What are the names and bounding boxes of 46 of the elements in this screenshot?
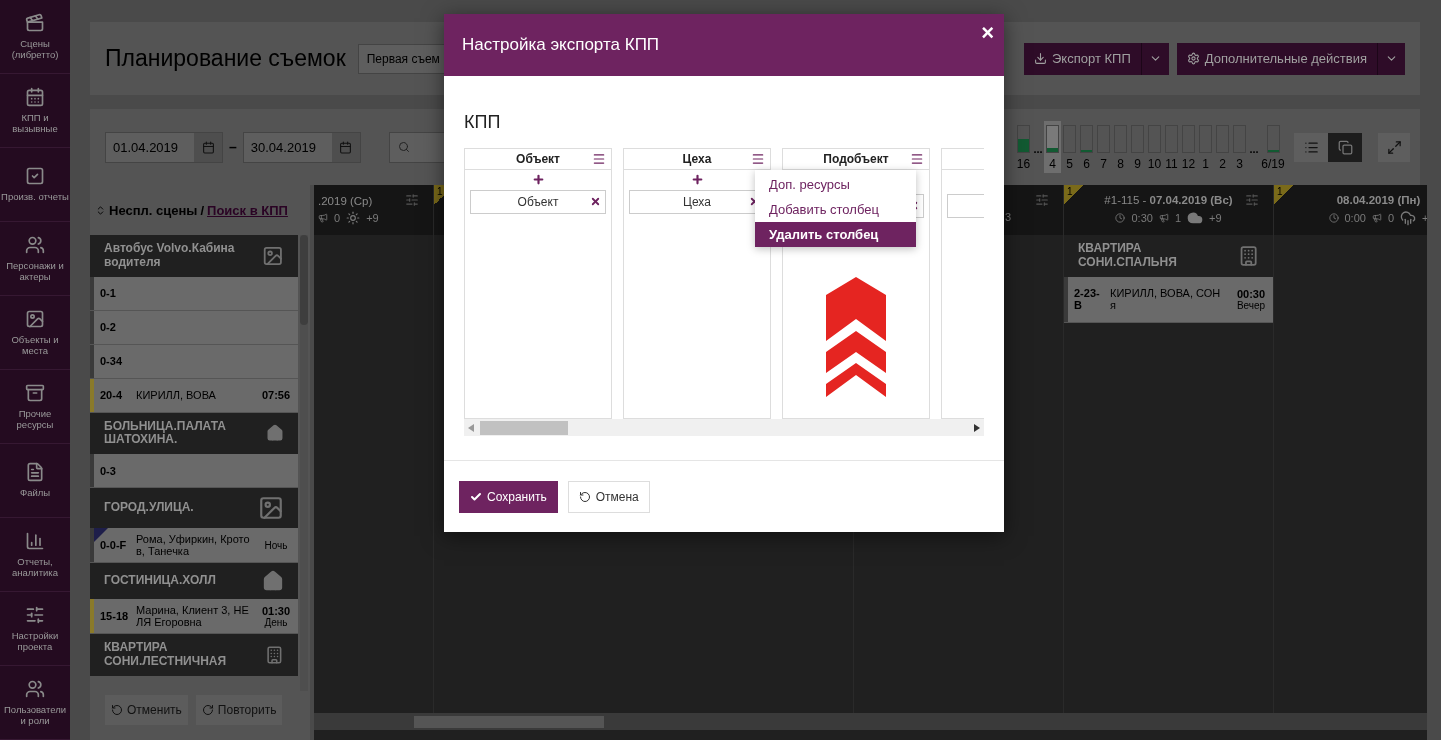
cast-names: Рома, Уфиркин, Кротов, Танечка [135,532,251,560]
time-of-day: День [264,616,288,628]
cast-names: КИРИЛЛ, ВОВА, СОНя [1109,286,1222,314]
scene-number: 0-1 [99,287,117,300]
count-badge: 1 [1064,185,1084,205]
scene-time: 00:30 [1236,287,1266,300]
dialog-title: Настройка экспорта КПП [462,35,660,55]
location-header: Автобус Volvo.Кабина водителя [90,235,298,277]
location-header: БОЛЬНИЦА.ПАЛАТА ШАТОХИНА. [90,412,298,455]
temperature-stat: +9 [1209,212,1222,224]
scene-number: 2-23-В [1073,287,1101,312]
section-title: КПП [464,112,502,133]
calls-stat: 1 [1174,212,1181,224]
duration-stat: 0:00 [1344,212,1366,224]
page-title: Планирование съемок [105,45,346,72]
scene-number: 20-4 [99,389,124,402]
tab-separator: / [200,202,205,218]
location-header: ГОРОД.УЛИЦА. [90,488,298,529]
scene-time: 01:30 [261,604,291,617]
gap-marker: ... [1248,143,1260,155]
time-of-day: Ночь [264,539,288,551]
count-badge: 1 [1274,185,1294,205]
scene-number: 0-34 [99,355,124,368]
day-title: .2019 (Ср) [318,195,373,207]
column-title: Подобъект [823,152,889,166]
column-title: Цеха [682,152,712,166]
duration-stat: 0:30 [1131,212,1153,224]
calls-stat: 0 [334,212,341,224]
cast-names: Марина, Клиент 3, НЕЛЯ Егоровна [135,603,250,631]
gap-marker: ... [1032,143,1044,155]
scene-number: 0-0-F [99,539,128,552]
location-header: КВАРТИРА СОНИ.ЛЕСТНИЧНАЯ [90,634,298,676]
temperature-stat: +9 [366,212,379,224]
scene-time: 07:56 [261,389,291,402]
day-title: #1-115 - 07.04.2019 (Вс) [1104,194,1233,206]
cast-names: КИРИЛЛ, ВОВА [135,388,217,404]
location-header: ГОСТИНИЦА.ХОЛЛ [90,563,298,600]
calls-stat: 0 [1387,212,1395,224]
day-title: 08.04.2019 (Пн) [1336,194,1421,206]
column-title: Объект [516,152,560,166]
scene-number: 0-3 [99,464,117,477]
date-separator: – [229,139,237,155]
scene-number: 0-2 [99,321,117,334]
time-of-day: Вечер [1236,299,1266,311]
scene-number: 15-18 [99,610,130,623]
day-stat: 3 [1004,211,1011,223]
